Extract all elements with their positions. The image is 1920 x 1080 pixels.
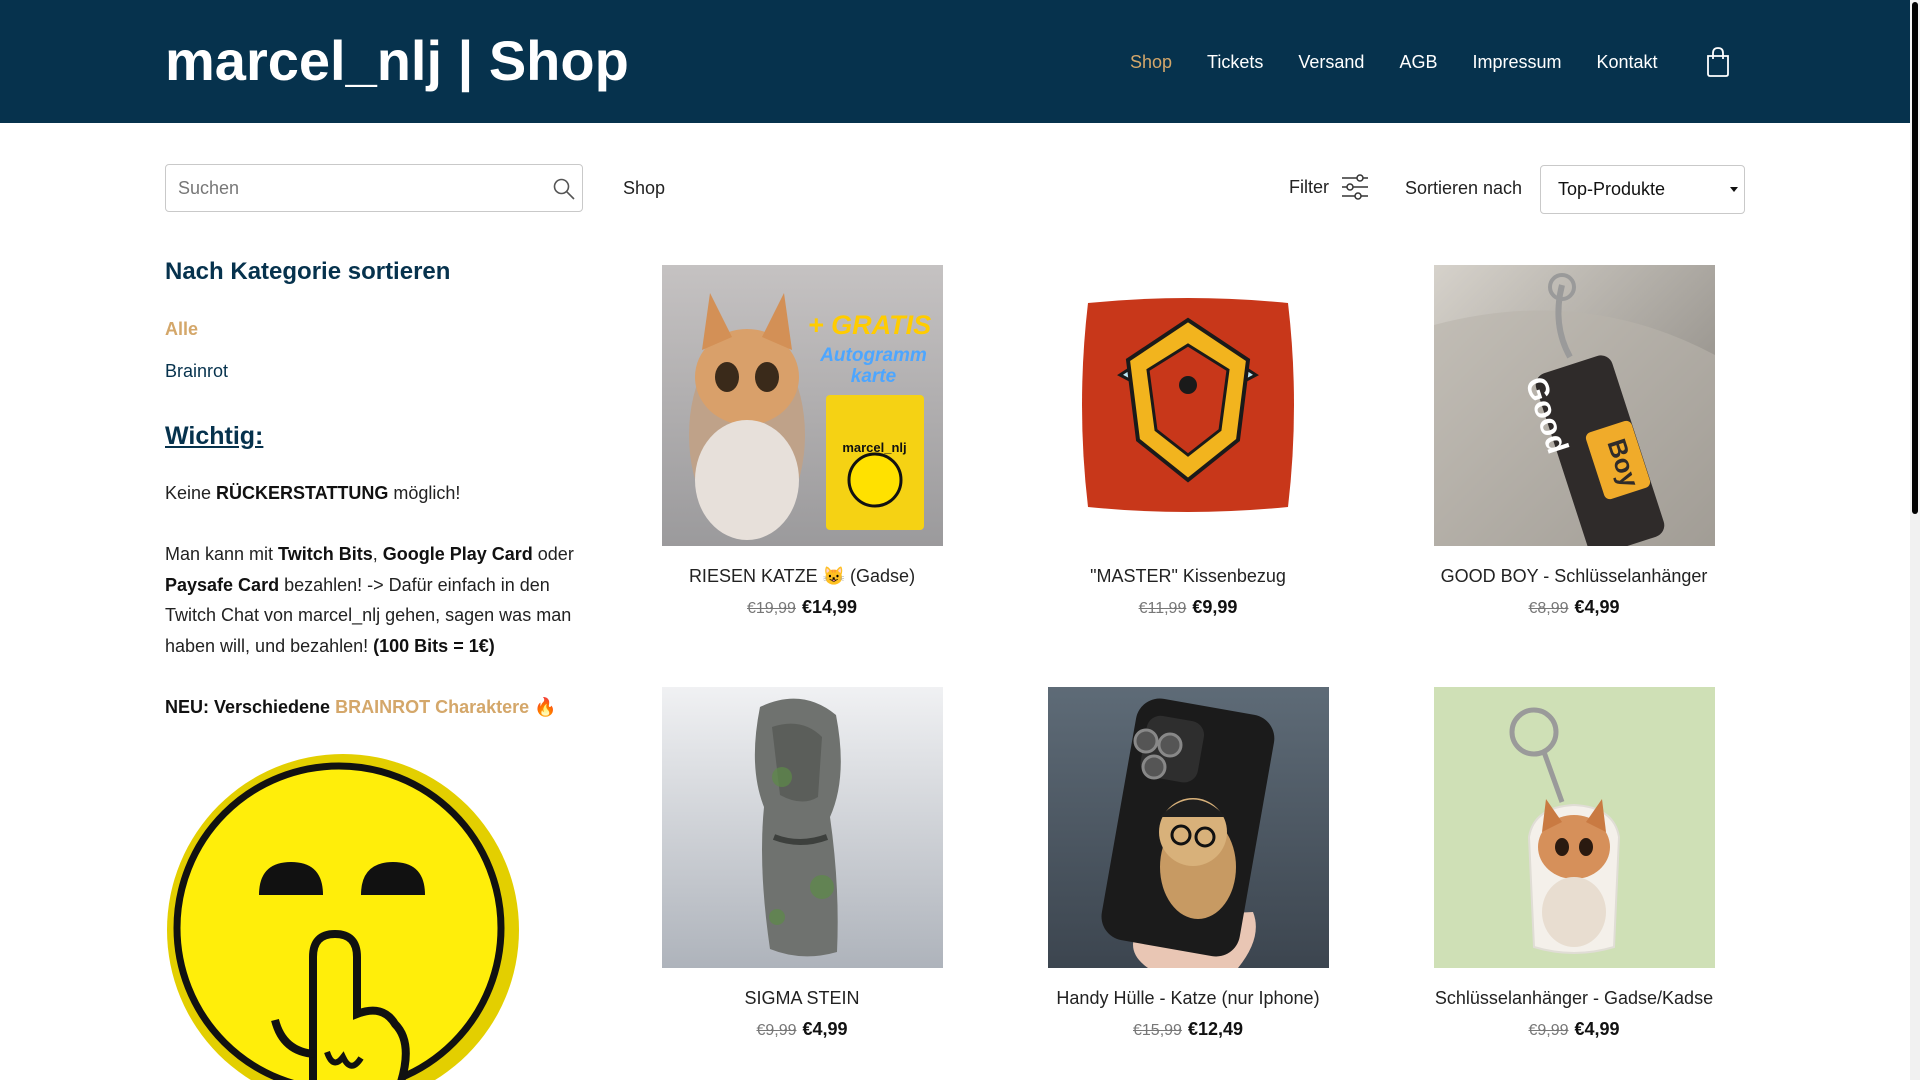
product-card-3[interactable]: Good Boy GOOD BOY - Schlüsselanhänger €8… [1424, 265, 1724, 618]
category-brainrot[interactable]: Brainrot [165, 361, 228, 382]
breadcrumb: Shop [623, 178, 666, 198]
product-name-6[interactable]: Schlüsselanhänger - Gadse/Kadse [1424, 988, 1724, 1009]
sort-select-value: Top-Produkte [1558, 179, 1666, 199]
product-price-4: €9,99 €4,99 [756, 1019, 848, 1039]
product-image-6[interactable] [1433, 687, 1715, 968]
nav-tickets[interactable]: Tickets [1207, 52, 1263, 73]
product-price-3: €8,99 €4,99 [1528, 597, 1620, 617]
nav-kontakt[interactable]: Kontakt [1596, 52, 1657, 73]
search-icon[interactable] [552, 177, 576, 201]
product-image-1[interactable]: + GRATIS Autogramm karte marcel_nlj [661, 265, 943, 546]
notice-refund: Keine RÜCKERSTATTUNG möglich! [165, 483, 461, 503]
sort-select[interactable]: Top-Produkte [1540, 165, 1745, 214]
product-card-1[interactable]: + GRATIS Autogramm karte marcel_nlj RIES… [652, 265, 952, 618]
brainrot-link[interactable]: BRAINROT Charaktere [335, 697, 529, 717]
product-card-6[interactable]: Schlüsselanhänger - Gadse/Kadse €9,99 €4,… [1424, 687, 1724, 1040]
product-image-1-brand: marcel_nlj [842, 440, 907, 455]
product-image-3[interactable]: Good Boy [1433, 265, 1715, 546]
category-heading: Nach Kategorie sortieren [165, 258, 451, 285]
page-scrollbar[interactable] [1910, 0, 1920, 1080]
product-card-2[interactable]: "MASTER" Kissenbezug €11,99 €9,99 [1038, 265, 1338, 618]
chevron-down-icon [1730, 187, 1738, 192]
product-image-2[interactable] [1047, 265, 1329, 546]
product-price-1: €19,99 €14,99 [747, 597, 857, 617]
shopping-bag-icon[interactable] [1706, 47, 1730, 77]
sliders-icon [1342, 174, 1368, 200]
product-price-5: €15,99 €12,49 [1133, 1019, 1243, 1039]
notice-new: NEU: Verschiedene BRAINROT Charaktere 🔥 [165, 697, 557, 717]
category-alle[interactable]: Alle [165, 319, 198, 340]
product-name-3[interactable]: GOOD BOY - Schlüsselanhänger [1424, 566, 1724, 587]
scrollbar-thumb[interactable] [1912, 2, 1918, 514]
site-title[interactable]: marcel_nlj | Shop [165, 28, 629, 93]
shushing-face-image [167, 754, 519, 1080]
filter-button[interactable]: Filter [1289, 174, 1369, 200]
product-card-4[interactable]: SIGMA STEIN €9,99 €4,99 [652, 687, 952, 1040]
product-name-1[interactable]: RIESEN KATZE 😺 (Gadse) [652, 566, 952, 587]
search-input[interactable] [178, 165, 538, 211]
site-header: marcel_nlj | Shop Shop Tickets Versand A… [0, 0, 1910, 123]
nav-versand[interactable]: Versand [1298, 52, 1364, 73]
product-name-5[interactable]: Handy Hülle - Katze (nur Iphone) [1038, 988, 1338, 1009]
product-name-2[interactable]: "MASTER" Kissenbezug [1038, 566, 1338, 587]
notice-heading: Wichtig: [165, 422, 264, 450]
nav-shop[interactable]: Shop [1130, 52, 1172, 73]
product-price-6: €9,99 €4,99 [1528, 1019, 1620, 1039]
nav-agb[interactable]: AGB [1399, 52, 1437, 73]
product-image-1-gratis: + GRATIS [807, 310, 932, 340]
product-price-2: €11,99 €9,99 [1138, 597, 1238, 617]
search-box [165, 164, 583, 212]
product-image-1-card: Autogramm karte [820, 345, 927, 387]
product-image-4[interactable] [661, 687, 943, 968]
sort-label: Sortieren nach [1405, 178, 1523, 198]
product-name-4[interactable]: SIGMA STEIN [652, 988, 952, 1009]
nav-impressum[interactable]: Impressum [1472, 52, 1561, 73]
product-card-5[interactable]: Handy Hülle - Katze (nur Iphone) €15,99 €… [1038, 687, 1338, 1040]
notice-payment: Man kann mit Twitch Bits, Google Play Ca… [165, 544, 574, 656]
main-nav: Shop Tickets Versand AGB Impressum Konta… [1130, 52, 1658, 73]
product-image-5[interactable] [1047, 687, 1329, 968]
filter-label: Filter [1289, 176, 1329, 197]
